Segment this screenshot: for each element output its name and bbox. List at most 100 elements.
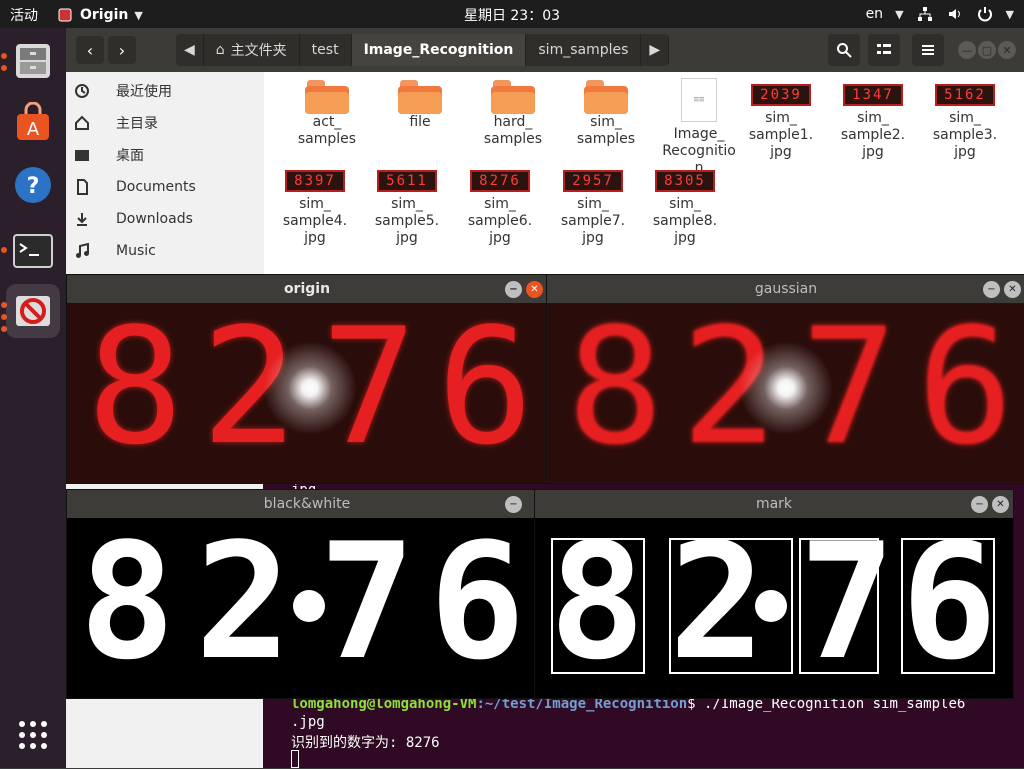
minimize-button[interactable]: − — [505, 281, 522, 298]
file-name-line: sample2. — [840, 127, 906, 143]
file-item[interactable]: 5162 sim_ sample3. jpg — [920, 72, 1010, 161]
network-icon[interactable] — [916, 5, 934, 23]
search-icon — [837, 43, 852, 58]
file-name-line: sim_ — [669, 196, 701, 212]
image-thumbnail: 8397 — [285, 170, 345, 192]
sidebar-item-label: 最近使用 — [116, 84, 172, 100]
sidebar-item-downloads[interactable]: Downloads — [66, 203, 264, 235]
file-name-line: act_ — [312, 114, 342, 130]
black-white-window-titlebar[interactable]: black&white − — [67, 490, 547, 518]
window-title: black&white — [263, 496, 351, 512]
menu-button[interactable] — [912, 34, 944, 66]
file-name-line: sim_ — [484, 196, 516, 212]
close-icon: ✕ — [530, 284, 539, 295]
minimize-button[interactable]: − — [505, 496, 522, 513]
file-cabinet-icon — [16, 44, 50, 78]
breadcrumb-test[interactable]: test — [299, 34, 352, 66]
minimize-button[interactable]: − — [971, 496, 988, 513]
light-glare — [731, 333, 841, 443]
sidebar-item-recent[interactable]: 最近使用 — [66, 75, 264, 107]
file-item[interactable]: 5611 sim_ sample5. jpg — [362, 158, 452, 247]
close-button[interactable]: ✕ — [1004, 281, 1021, 298]
image-thumbnail: 5611 — [377, 170, 437, 192]
breadcrumb-sim-samples[interactable]: sim_samples — [526, 34, 642, 66]
terminal-icon — [13, 234, 53, 268]
terminal-launcher[interactable] — [6, 224, 60, 278]
file-name-line: jpg — [582, 230, 604, 246]
sidebar-item-documents[interactable]: Documents — [66, 171, 264, 203]
file-name-line: sample6. — [467, 213, 533, 229]
close-button[interactable]: ✕ — [526, 281, 543, 298]
clock[interactable]: 星期日 23：03 — [464, 8, 560, 24]
file-item[interactable]: 2957 sim_ sample7. jpg — [548, 158, 638, 247]
digit-bounding-box — [551, 538, 645, 674]
window-title: mark — [755, 496, 793, 512]
file-name-line: hard_ — [493, 114, 533, 130]
file-name-line: file — [409, 114, 431, 130]
image-thumbnail: 2039 — [751, 84, 811, 106]
breadcrumb: ◀ ⌂ 主文件夹 test Image_Recognition sim_samp… — [176, 34, 670, 66]
file-item[interactable]: act_ samples — [282, 72, 372, 148]
power-icon[interactable] — [976, 5, 994, 23]
close-button[interactable]: ✕ — [998, 41, 1016, 59]
minimize-button[interactable]: − — [983, 281, 1000, 298]
origin-window-titlebar[interactable]: origin − ✕ — [67, 275, 547, 303]
back-button[interactable]: ‹ — [76, 36, 104, 64]
breadcrumb-image-recognition[interactable]: Image_Recognition — [351, 34, 527, 66]
sidebar-item-desktop[interactable]: 桌面 — [66, 139, 264, 171]
minimize-icon: − — [509, 499, 518, 510]
file-name-line: jpg — [489, 230, 511, 246]
file-name-line: sample4. — [282, 213, 348, 229]
help-launcher[interactable]: ? — [6, 158, 60, 212]
music-icon — [66, 243, 98, 259]
file-item[interactable]: hard_ samples — [468, 72, 558, 148]
home-icon: ⌂ — [215, 42, 225, 58]
digit-bounding-box — [799, 538, 879, 674]
folder-icon — [491, 80, 535, 114]
image-thumbnail: 8305 — [655, 170, 715, 192]
svg-text:A: A — [27, 119, 40, 140]
download-icon — [66, 211, 98, 227]
gaussian-window-titlebar[interactable]: gaussian − ✕ — [547, 275, 1024, 303]
close-button[interactable]: ✕ — [992, 496, 1009, 513]
file-name-line: Image_ — [673, 126, 725, 142]
mark-window-titlebar[interactable]: mark − ✕ — [535, 490, 1013, 518]
image-thumbnail: 5162 — [935, 84, 995, 106]
file-name-line: samples — [483, 131, 543, 147]
breadcrumb-home-label: 主文件夹 — [230, 43, 287, 59]
file-name-line: sim_ — [949, 110, 981, 126]
minimize-button[interactable]: — — [958, 41, 976, 59]
file-item[interactable]: 2039 sim_ sample1. jpg — [736, 72, 826, 161]
file-item[interactable]: sim_ samples — [561, 72, 651, 148]
file-name-line: jpg — [770, 144, 792, 160]
show-applications-button[interactable] — [6, 708, 60, 762]
volume-icon[interactable] — [946, 5, 964, 23]
sidebar-item-label: Downloads — [116, 211, 193, 227]
terminal-output: 识别到的数字为: 8276 — [291, 735, 440, 751]
sidebar-item-music[interactable]: Music — [66, 235, 264, 267]
files-launcher[interactable] — [6, 34, 60, 88]
no-entry-icon — [16, 296, 50, 326]
breadcrumb-current-label: Image_Recognition — [363, 42, 514, 58]
breadcrumb-scroll-right[interactable]: ▶ — [641, 34, 670, 66]
origin-app-launcher[interactable] — [6, 284, 60, 338]
forward-button[interactable]: › — [108, 36, 136, 64]
view-options-button[interactable] — [868, 34, 900, 66]
search-button[interactable] — [828, 34, 860, 66]
executable-file-icon: ≡≡ — [681, 78, 717, 122]
maximize-button[interactable]: ▢ — [978, 41, 996, 59]
software-center-launcher[interactable]: A — [6, 96, 60, 150]
file-item[interactable]: file — [375, 72, 465, 131]
file-item[interactable]: 8305 sim_ sample8. jpg — [640, 158, 730, 247]
file-item[interactable]: 1347 sim_ sample2. jpg — [828, 72, 918, 161]
file-name-line: jpg — [954, 144, 976, 160]
breadcrumb-home[interactable]: ⌂ 主文件夹 — [203, 34, 300, 66]
file-item[interactable]: 8397 sim_ sample4. jpg — [270, 158, 360, 247]
file-name-line: sim_ — [857, 110, 889, 126]
file-name-line: jpg — [862, 144, 884, 160]
file-item[interactable]: 8276 sim_ sample6. jpg — [455, 158, 545, 247]
terminal-cursor[interactable] — [291, 750, 299, 769]
sidebar-item-home[interactable]: 主目录 — [66, 107, 264, 139]
language-indicator[interactable]: en — [866, 6, 884, 22]
breadcrumb-scroll-left[interactable]: ◀ — [176, 34, 204, 66]
